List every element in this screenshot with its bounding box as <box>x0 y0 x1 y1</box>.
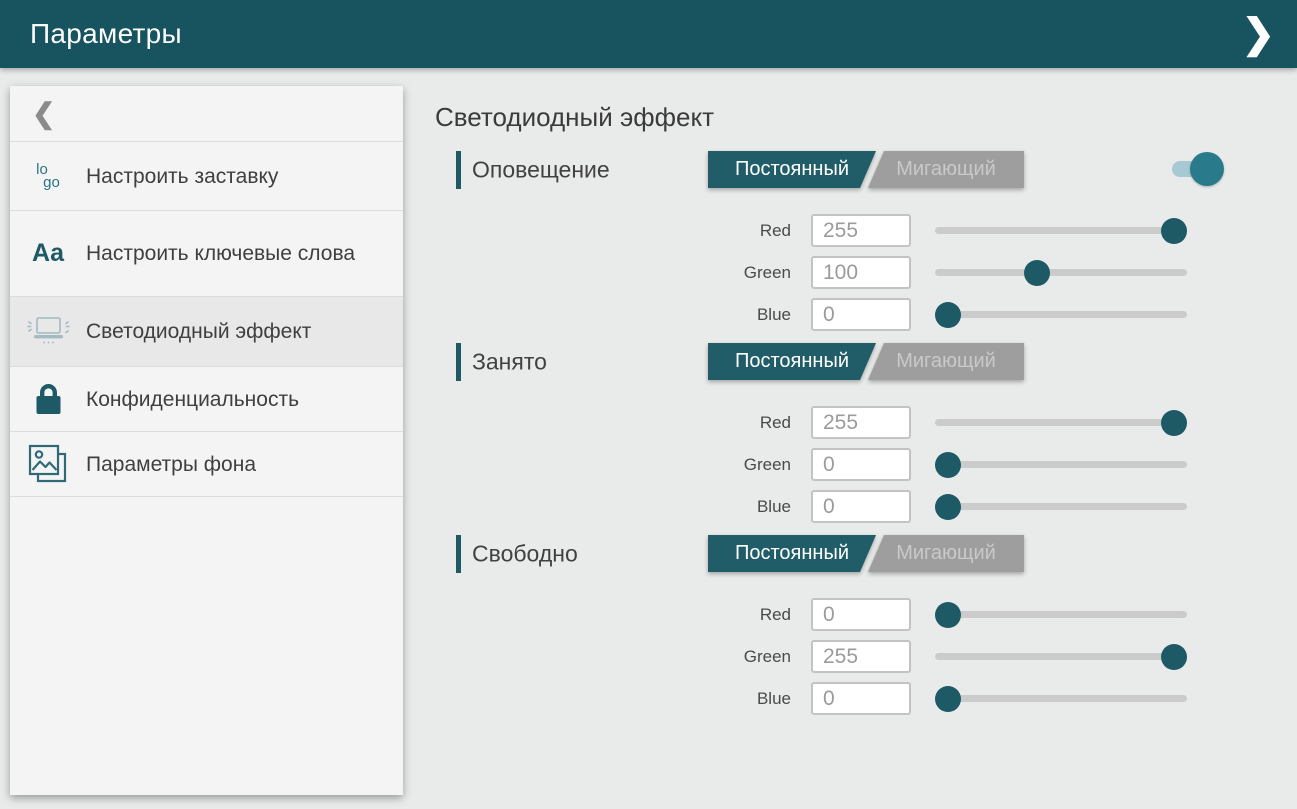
page-title: Параметры <box>30 18 182 50</box>
channel-label: Blue <box>686 689 811 709</box>
mode-toggle: Постоянный Мигающий <box>708 151 1024 188</box>
green-value-input[interactable] <box>811 256 911 289</box>
logo-text-icon: logo <box>10 163 86 189</box>
channel-label: Green <box>686 455 811 475</box>
mode-constant-button[interactable]: Постоянный <box>708 151 876 188</box>
section-busy: Занято Постоянный Мигающий Red Green Blu… <box>456 343 1235 523</box>
green-slider[interactable] <box>935 452 1187 478</box>
blue-slider[interactable] <box>935 302 1187 328</box>
blue-slider[interactable] <box>935 494 1187 520</box>
sidebar-item-keywords[interactable]: Aa Настроить ключевые слова <box>10 211 403 297</box>
app-header: Параметры ❯ <box>0 0 1297 68</box>
red-slider[interactable] <box>935 602 1187 628</box>
mode-blinking-button[interactable]: Мигающий <box>868 535 1024 572</box>
blue-value-input[interactable] <box>811 490 911 523</box>
mode-constant-button[interactable]: Постоянный <box>708 535 876 572</box>
channel-label: Red <box>686 413 811 433</box>
blue-slider[interactable] <box>935 686 1187 712</box>
channel-row-red: Red <box>686 406 1235 439</box>
channel-row-blue: Blue <box>686 490 1235 523</box>
panel-title: Светодиодный эффект <box>435 102 1235 133</box>
sidebar-item-led-effect[interactable]: Светодиодный эффект <box>10 297 403 367</box>
sidebar-item-privacy[interactable]: Конфиденциальность <box>10 367 403 432</box>
channel-label: Blue <box>686 305 811 325</box>
green-value-input[interactable] <box>811 640 911 673</box>
green-slider[interactable] <box>935 260 1187 286</box>
channel-row-red: Red <box>686 214 1235 247</box>
channel-label: Green <box>686 263 811 283</box>
channel-label: Red <box>686 605 811 625</box>
red-value-input[interactable] <box>811 214 911 247</box>
led-display-icon <box>10 314 86 350</box>
section-title: Занято <box>472 349 547 376</box>
section-title: Свободно <box>472 541 578 568</box>
chevron-right-icon[interactable]: ❯ <box>1235 14 1281 54</box>
led-effect-panel: Светодиодный эффект Оповещение Постоянны… <box>435 68 1235 727</box>
switch-thumb <box>1190 152 1224 186</box>
channel-row-blue: Blue <box>686 298 1235 331</box>
green-slider[interactable] <box>935 644 1187 670</box>
mode-blinking-button[interactable]: Мигающий <box>868 151 1024 188</box>
section-accent-bar <box>456 535 461 573</box>
red-value-input[interactable] <box>811 406 911 439</box>
channel-row-green: Green <box>686 448 1235 481</box>
blue-value-input[interactable] <box>811 682 911 715</box>
notification-switch[interactable] <box>1172 161 1218 177</box>
red-slider[interactable] <box>935 218 1187 244</box>
mode-blinking-button[interactable]: Мигающий <box>868 343 1024 380</box>
sidebar-item-label: Настроить ключевые слова <box>86 240 365 267</box>
sidebar-item-label: Настроить заставку <box>86 163 288 190</box>
sidebar-item-label: Светодиодный эффект <box>86 318 321 345</box>
sidebar-item-splash-screen[interactable]: logo Настроить заставку <box>10 142 403 211</box>
section-title: Оповещение <box>472 157 610 184</box>
sidebar-back-button[interactable]: ❮ <box>10 86 403 142</box>
images-icon <box>10 442 86 486</box>
channel-row-green: Green <box>686 256 1235 289</box>
sidebar-item-label: Параметры фона <box>86 451 266 478</box>
section-notification: Оповещение Постоянный Мигающий Red Green… <box>456 151 1235 331</box>
section-accent-bar <box>456 151 461 189</box>
section-accent-bar <box>456 343 461 381</box>
section-free: Свободно Постоянный Мигающий Red Green B… <box>456 535 1235 715</box>
green-value-input[interactable] <box>811 448 911 481</box>
channel-row-green: Green <box>686 640 1235 673</box>
lock-icon <box>10 382 86 417</box>
font-aa-icon: Aa <box>10 239 86 268</box>
settings-sidebar: ❮ logo Настроить заставку Aa Настроить к… <box>10 86 403 795</box>
channel-row-red: Red <box>686 598 1235 631</box>
blue-value-input[interactable] <box>811 298 911 331</box>
sidebar-item-background[interactable]: Параметры фона <box>10 432 403 497</box>
sidebar-item-label: Конфиденциальность <box>86 386 309 413</box>
red-value-input[interactable] <box>811 598 911 631</box>
channel-label: Green <box>686 647 811 667</box>
channel-label: Blue <box>686 497 811 517</box>
mode-toggle: Постоянный Мигающий <box>708 535 1024 572</box>
channel-label: Red <box>686 221 811 241</box>
channel-row-blue: Blue <box>686 682 1235 715</box>
chevron-left-icon: ❮ <box>32 97 55 130</box>
mode-constant-button[interactable]: Постоянный <box>708 343 876 380</box>
red-slider[interactable] <box>935 410 1187 436</box>
mode-toggle: Постоянный Мигающий <box>708 343 1024 380</box>
